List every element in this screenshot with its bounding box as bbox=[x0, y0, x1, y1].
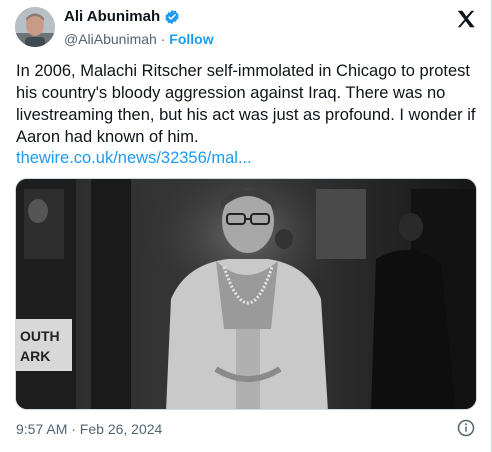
x-logo-icon[interactable] bbox=[455, 8, 477, 30]
photo-image: OUTH ARK bbox=[16, 179, 476, 409]
tweet-card: Ali Abunimah @AliAbunimah · Follow In 20… bbox=[0, 0, 492, 452]
tweet-link[interactable]: thewire.co.uk/news/32356/mal... bbox=[16, 147, 252, 169]
verified-badge-icon bbox=[164, 9, 180, 25]
photo-sign-line2: ARK bbox=[20, 348, 50, 364]
tweet-photo[interactable]: OUTH ARK bbox=[15, 178, 477, 410]
author-name[interactable]: Ali Abunimah bbox=[64, 8, 160, 26]
avatar-image bbox=[15, 7, 55, 47]
tweet-text: In 2006, Malachi Ritscher self-immolated… bbox=[16, 62, 476, 146]
tweet-timestamp[interactable]: 9:57 AM · Feb 26, 2024 bbox=[16, 420, 162, 438]
handle-separator: · bbox=[156, 31, 170, 47]
photo-sign-line1: OUTH bbox=[20, 328, 60, 344]
avatar[interactable] bbox=[15, 7, 55, 47]
author-block: Ali Abunimah @AliAbunimah · Follow bbox=[64, 8, 214, 48]
author-handle[interactable]: @AliAbunimah bbox=[64, 31, 157, 47]
info-icon[interactable] bbox=[457, 419, 475, 437]
follow-button[interactable]: Follow bbox=[169, 31, 213, 47]
